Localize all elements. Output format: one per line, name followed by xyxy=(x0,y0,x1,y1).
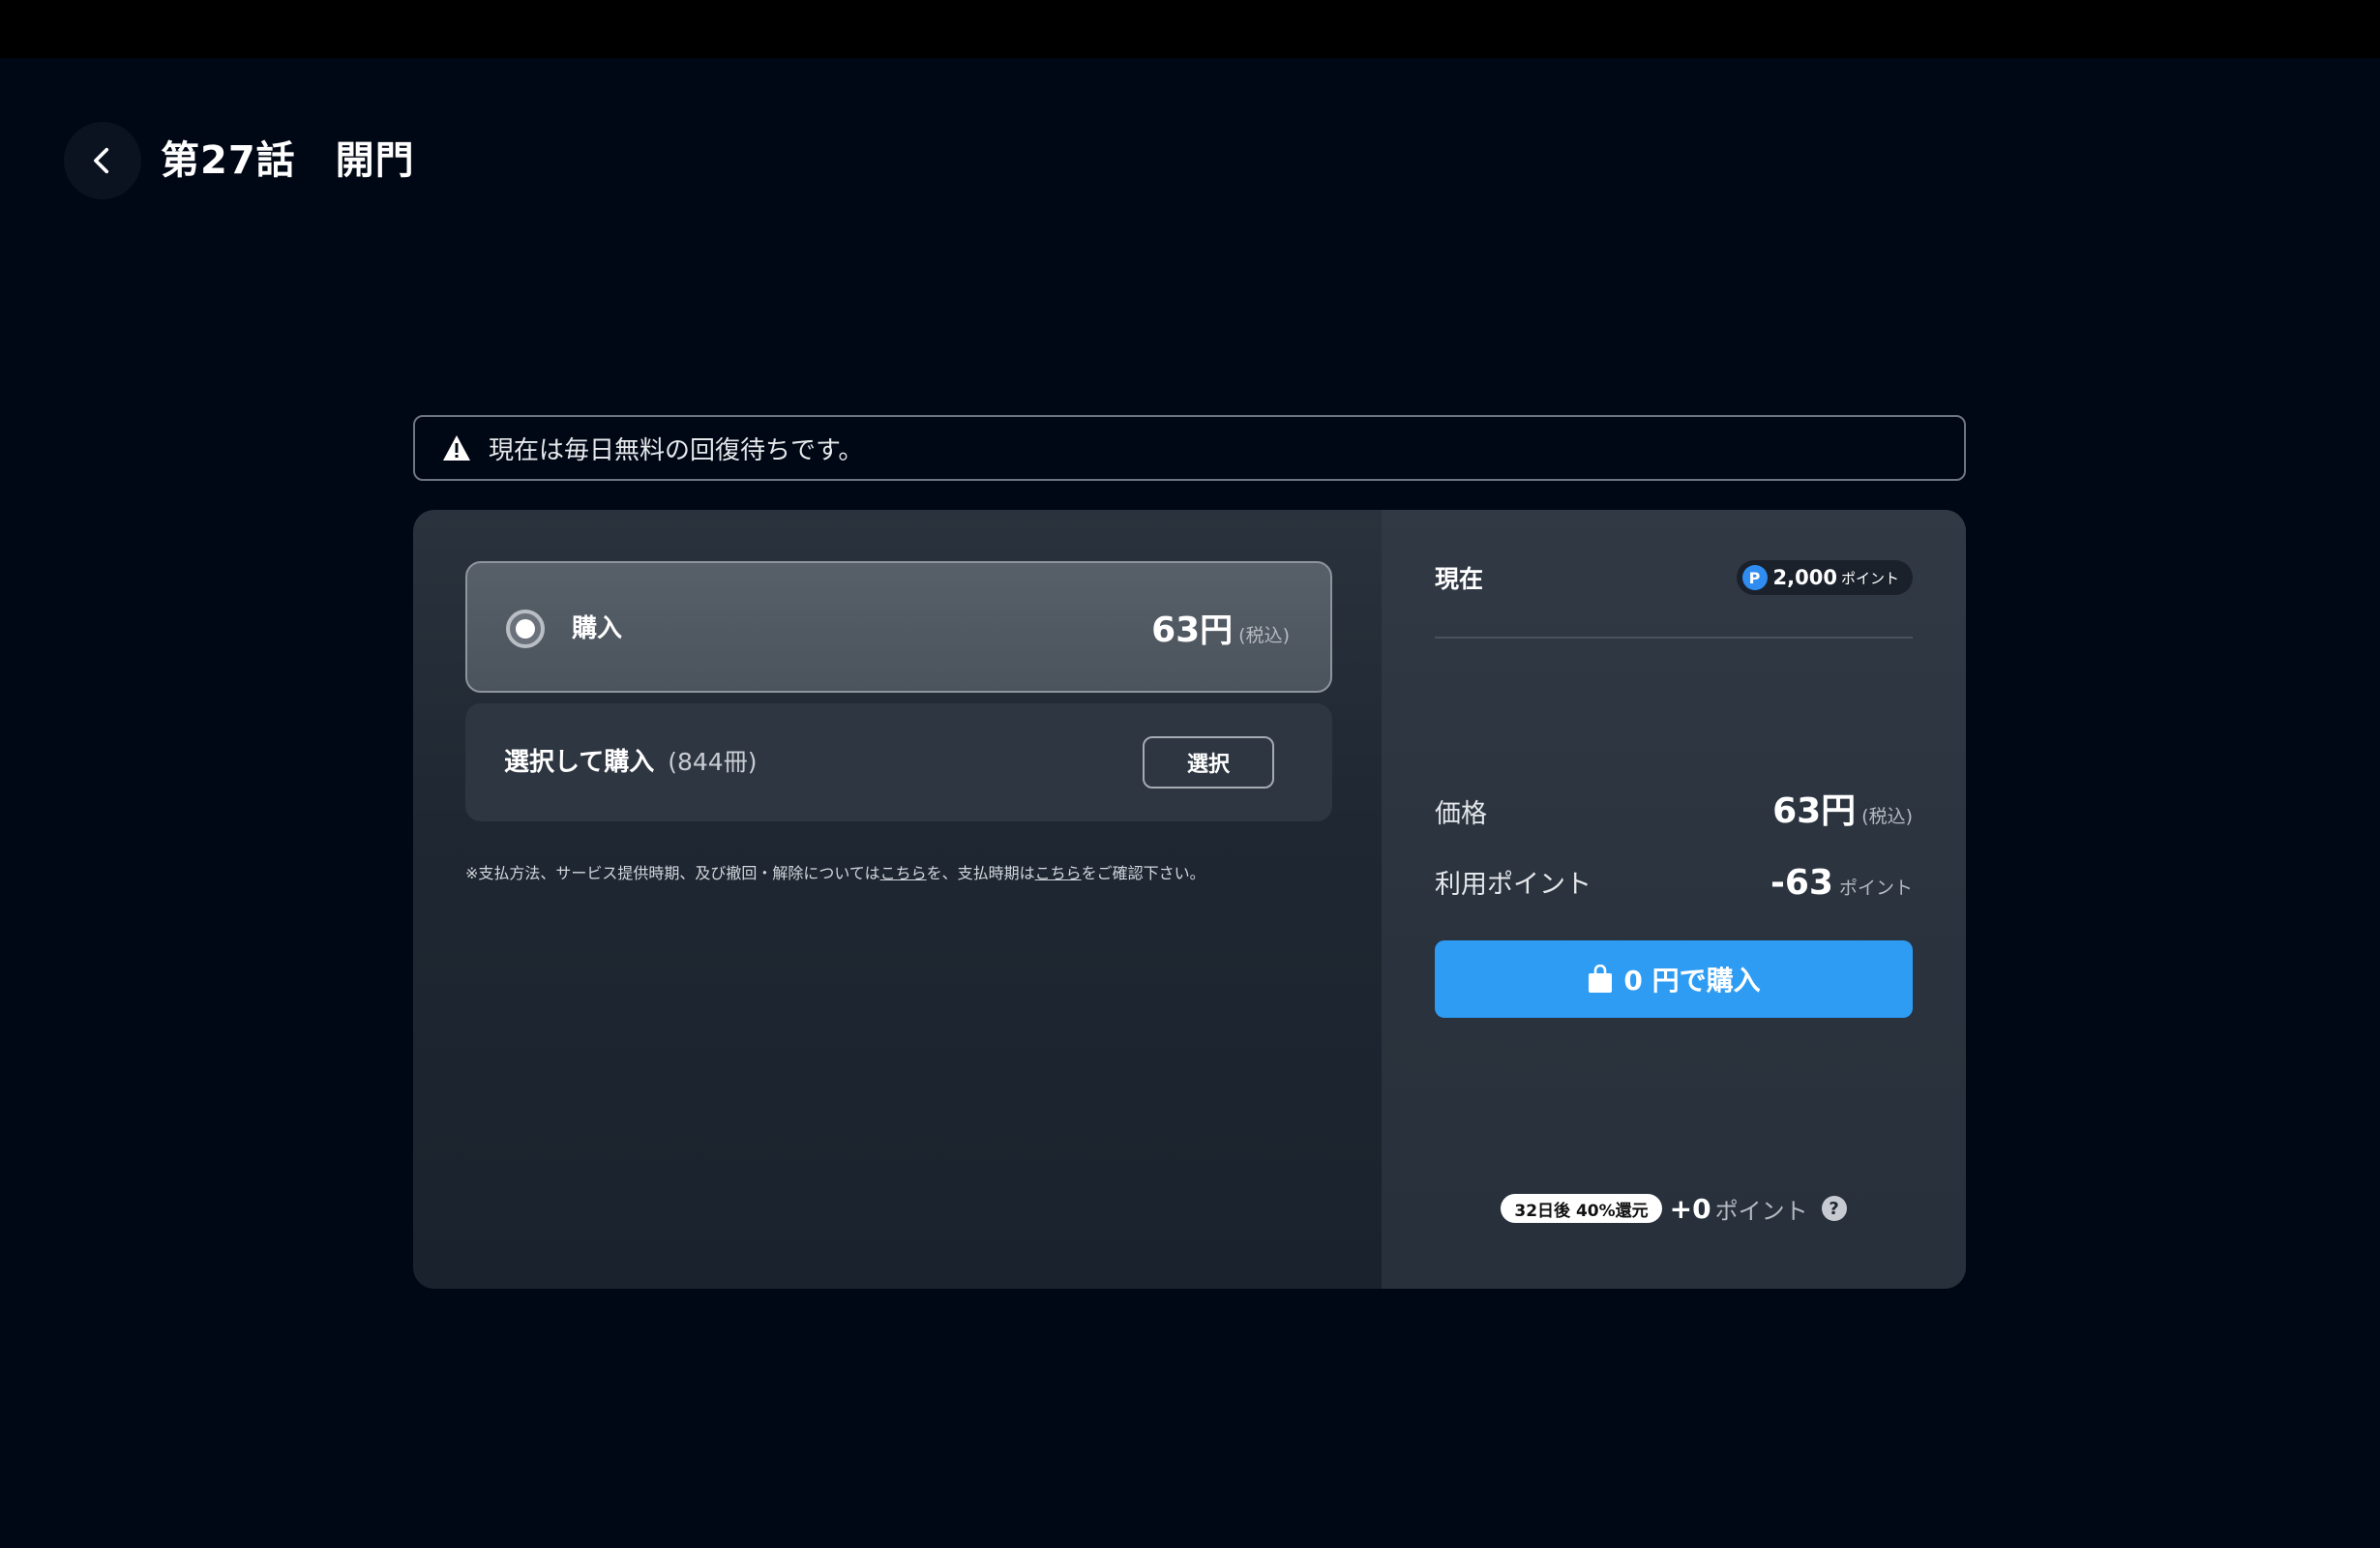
warning-icon xyxy=(443,435,470,461)
top-bar xyxy=(0,0,2380,58)
chevron-left-icon xyxy=(94,147,109,174)
use-points-value-group: -63 ポイント xyxy=(1770,862,1913,909)
alert-text: 現在は毎日無料の回復待ちです。 xyxy=(489,435,864,465)
status-alert: 現在は毎日無料の回復待ちです。 xyxy=(413,415,1966,481)
price-value-group: 63円 (税込) xyxy=(1772,790,1913,838)
purchase-option-price: 63 円 (税込) xyxy=(1151,604,1290,652)
purchase-panel: 購入 63 円 (税込) 選択して購入 (844冊) 選択 ※支払方法、サービス提… xyxy=(413,510,1966,1289)
purchase-option[interactable]: 購入 63 円 (税込) xyxy=(465,561,1332,693)
buy-button[interactable]: 0 円で購入 xyxy=(1435,940,1913,1018)
points-balance-badge: P 2,000 ポイント xyxy=(1736,560,1913,595)
volume-count: (844冊) xyxy=(668,748,758,776)
footnote-text-2: を、支払時期は xyxy=(926,864,1035,882)
price-amount: 63 xyxy=(1151,610,1201,650)
use-points-value: -63 xyxy=(1770,863,1833,903)
price-label: 価格 xyxy=(1435,799,1487,829)
purchase-options: 購入 63 円 (税込) 選択して購入 (844冊) 選択 ※支払方法、サービス提… xyxy=(413,510,1382,1289)
tax-label: (税込) xyxy=(1238,625,1290,646)
buy-button-label: 0 円で購入 xyxy=(1623,965,1761,997)
use-points-unit: ポイント xyxy=(1838,878,1913,899)
purchase-option-label: 購入 xyxy=(572,614,623,643)
purchase-summary: 現在 P 2,000 ポイント 価格 63円 (税込) 利用ポイント -63 ポ… xyxy=(1382,510,1966,1289)
payment-footnote: ※支払方法、サービス提供時期、及び撤回・解除についてはこちらを、支払時期はこちら… xyxy=(465,860,1205,883)
price-unit: 円 xyxy=(1200,611,1234,650)
help-icon[interactable]: ? xyxy=(1821,1196,1847,1221)
shopping-bag-icon xyxy=(1589,965,1613,993)
payment-timing-link[interactable]: こちら xyxy=(1035,864,1082,882)
purchase-radio[interactable] xyxy=(506,610,545,648)
price-tax-label: (税込) xyxy=(1861,806,1913,827)
reward-points-unit: ポイント xyxy=(1714,1197,1808,1225)
current-points-label: 現在 xyxy=(1435,565,1484,593)
select-purchase-title: 選択して購入 xyxy=(504,748,655,777)
use-points-label: 利用ポイント xyxy=(1435,870,1592,900)
select-purchase-label: 選択して購入 (844冊) xyxy=(504,742,757,783)
points-balance-unit: ポイント xyxy=(1840,569,1899,587)
page-title: 第27話 開門 xyxy=(161,138,415,183)
price-value: 63円 xyxy=(1772,791,1857,831)
footnote-text-3: をご確認下さい。 xyxy=(1081,864,1205,882)
payment-method-link[interactable]: こちら xyxy=(880,864,927,882)
select-purchase-option: 選択して購入 (844冊) 選択 xyxy=(465,703,1332,821)
points-balance: 2,000 xyxy=(1772,566,1837,589)
footnote-text-1: ※支払方法、サービス提供時期、及び撤回・解除については xyxy=(465,864,880,882)
points-icon: P xyxy=(1741,565,1768,590)
reward-points-value: +0 xyxy=(1669,1192,1711,1225)
reward-badge: 32日後 40%還元 xyxy=(1501,1194,1662,1223)
back-button[interactable] xyxy=(64,122,141,199)
select-button[interactable]: 選択 xyxy=(1143,736,1274,789)
reward-info: 32日後 40%還元 +0 ポイント ? xyxy=(1382,1187,1966,1230)
summary-divider xyxy=(1435,637,1913,639)
radio-selected-dot xyxy=(516,619,535,639)
